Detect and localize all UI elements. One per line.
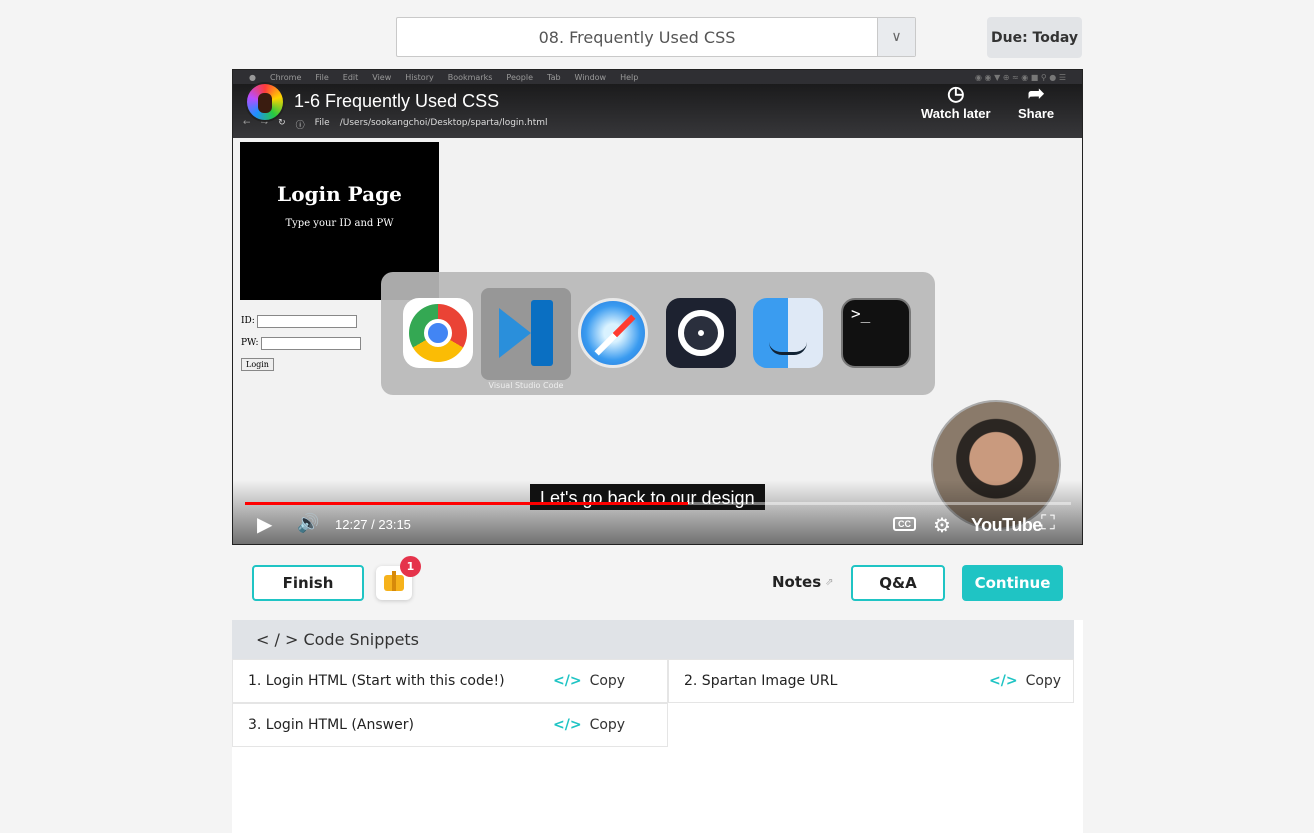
qa-button[interactable]: Q&A bbox=[851, 565, 945, 601]
lesson-select-value: 08. Frequently Used CSS bbox=[538, 27, 736, 47]
copy-button[interactable]: </> Copy bbox=[553, 673, 625, 689]
video-subtitle: Let's go back to our design bbox=[530, 484, 765, 510]
chevron-down-icon[interactable]: ∨ bbox=[877, 18, 915, 56]
youtube-logo[interactable]: YouTube bbox=[971, 515, 1042, 536]
snippet-name: 2. Spartan Image URL bbox=[684, 673, 838, 689]
safari-app-icon bbox=[578, 298, 648, 368]
url-scheme: File bbox=[314, 118, 330, 128]
captions-icon[interactable]: CC bbox=[893, 517, 916, 531]
notes-link[interactable]: Notes ⇗ bbox=[772, 573, 834, 591]
notification-badge: 1 bbox=[400, 556, 421, 577]
menubar-item: Tab bbox=[547, 72, 561, 82]
lesson-select[interactable]: 08. Frequently Used CSS ∨ bbox=[396, 17, 916, 57]
volume-icon[interactable]: 🔊 bbox=[297, 513, 319, 534]
login-heading: Login Page bbox=[277, 182, 402, 206]
progress-bar[interactable] bbox=[245, 502, 1071, 505]
copy-label: Copy bbox=[1025, 673, 1062, 689]
due-badge: Due: Today bbox=[987, 17, 1082, 58]
login-form-preview: ID: PW: Login bbox=[241, 310, 361, 371]
menubar-item: File bbox=[315, 72, 329, 82]
share-label: Share bbox=[1018, 106, 1055, 121]
app-switcher: Visual Studio Code >_ bbox=[381, 272, 935, 395]
id-label: ID: bbox=[241, 316, 255, 326]
time-display: 12:27 / 23:15 bbox=[335, 517, 411, 532]
menubar-item: Bookmarks bbox=[447, 72, 493, 82]
vscode-app-label: Visual Studio Code bbox=[488, 381, 564, 390]
menubar-item: People bbox=[506, 72, 533, 82]
copy-button[interactable]: </> Copy bbox=[553, 717, 625, 733]
video-title[interactable]: 1-6 Frequently Used CSS bbox=[294, 91, 499, 112]
watch-later-label: Watch later bbox=[921, 106, 991, 121]
continue-button[interactable]: Continue bbox=[962, 565, 1063, 601]
code-snippets-panel: < / > Code Snippets 1. Login HTML (Start… bbox=[232, 620, 1083, 833]
finish-button[interactable]: Finish bbox=[252, 565, 364, 601]
play-icon[interactable]: ▶ bbox=[257, 512, 272, 537]
share-button[interactable]: ➦ Share bbox=[1018, 82, 1054, 121]
copy-button[interactable]: </> Copy bbox=[989, 673, 1061, 689]
id-field-preview bbox=[256, 314, 357, 328]
share-icon: ➦ bbox=[1027, 83, 1045, 105]
finder-app-icon bbox=[753, 298, 823, 368]
obs-app-icon bbox=[666, 298, 736, 368]
menubar-item: Edit bbox=[342, 72, 359, 82]
login-button-preview: Login bbox=[241, 358, 274, 371]
snippet-item: 3. Login HTML (Answer) </> Copy bbox=[232, 703, 668, 747]
menubar-item: Help bbox=[620, 72, 639, 82]
snippet-name: 3. Login HTML (Answer) bbox=[248, 717, 414, 733]
apple-icon: ● bbox=[249, 72, 256, 82]
menubar-item: View bbox=[372, 72, 392, 82]
notes-label: Notes bbox=[772, 573, 822, 591]
pw-field-preview bbox=[260, 336, 361, 350]
clock-icon: ◷ bbox=[947, 83, 965, 105]
info-icon: ⓘ bbox=[295, 121, 305, 131]
back-icon: ← bbox=[243, 118, 251, 128]
video-player[interactable]: ● Chrome File Edit View History Bookmark… bbox=[232, 69, 1083, 545]
snippet-item: 2. Spartan Image URL </> Copy bbox=[668, 659, 1074, 703]
code-icon: </> bbox=[989, 673, 1018, 689]
settings-gear-icon[interactable]: ⚙ bbox=[933, 513, 951, 538]
chrome-app-icon bbox=[403, 298, 473, 368]
menubar-item: Chrome bbox=[269, 72, 302, 82]
code-icon: </> bbox=[553, 717, 582, 733]
login-subheading: Type your ID and PW bbox=[285, 218, 394, 229]
menubar-item: Window bbox=[574, 72, 607, 82]
snippet-name: 1. Login HTML (Start with this code!) bbox=[248, 673, 505, 689]
vscode-app-icon bbox=[491, 298, 561, 368]
snippet-item: 1. Login HTML (Start with this code!) </… bbox=[232, 659, 668, 703]
url-text: /Users/sookangchoi/Desktop/sparta/login.… bbox=[339, 118, 548, 128]
copy-label: Copy bbox=[589, 673, 626, 689]
fullscreen-icon[interactable]: ⛶ bbox=[1041, 512, 1055, 535]
status-icons: ◉ ◉ ▼ ⊕ ≈ ◉ ■ ⚲ ● ☰ bbox=[975, 72, 1066, 82]
pw-label: PW: bbox=[241, 338, 259, 348]
copy-label: Copy bbox=[589, 717, 626, 733]
watch-later-button[interactable]: ◷ Watch later bbox=[921, 82, 991, 121]
gift-icon bbox=[384, 571, 404, 591]
progress-fill bbox=[245, 502, 688, 505]
menubar-item: History bbox=[405, 72, 434, 82]
code-snippets-heading: < / > Code Snippets bbox=[232, 620, 1074, 659]
code-icon: </> bbox=[553, 673, 582, 689]
channel-avatar[interactable] bbox=[245, 82, 285, 122]
terminal-app-icon: >_ bbox=[841, 298, 911, 368]
external-link-icon: ⇗ bbox=[825, 576, 834, 588]
url-row: ← → ↻ ⓘ File /Users/sookangchoi/Desktop/… bbox=[243, 118, 548, 131]
reload-icon: ↻ bbox=[278, 118, 286, 128]
